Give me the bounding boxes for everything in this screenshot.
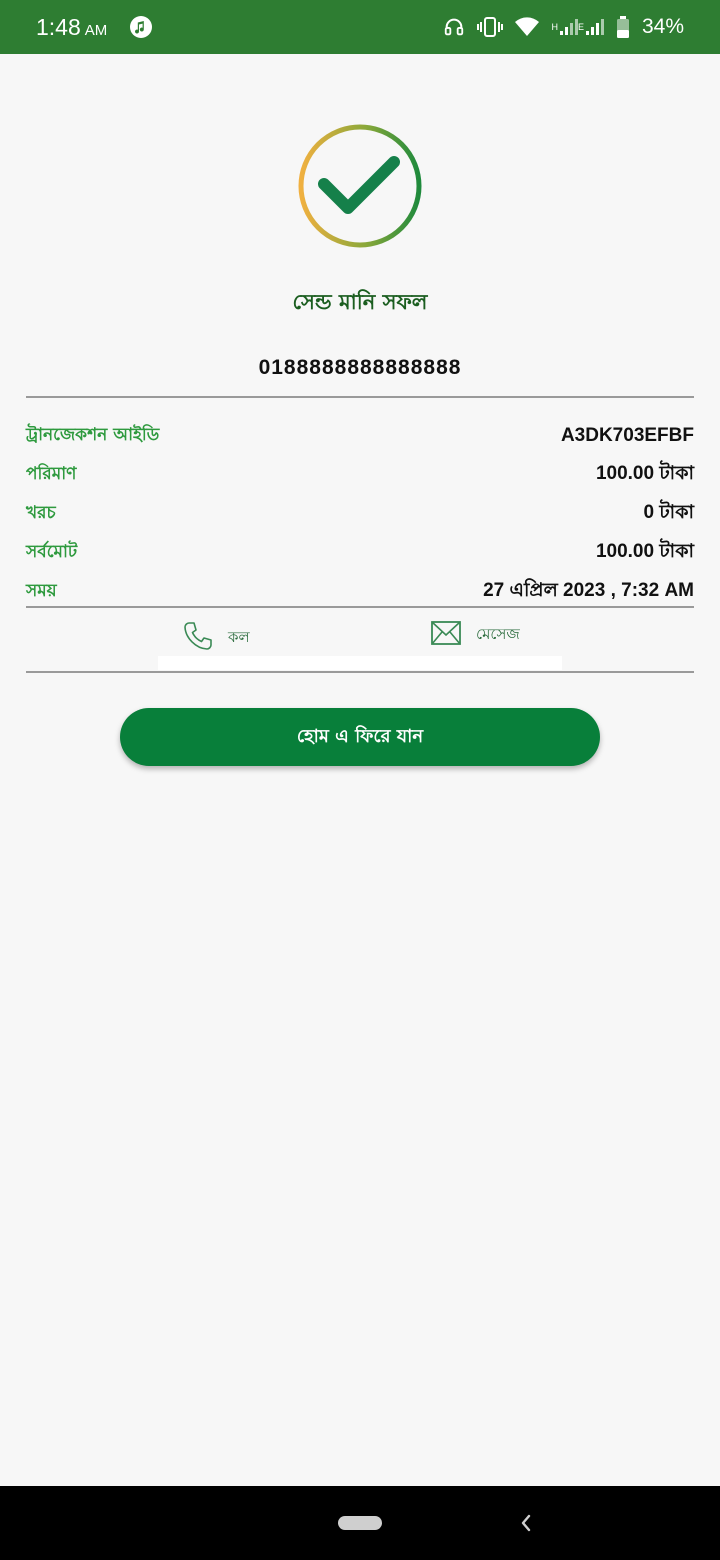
signal-icon: H E [551,19,604,35]
recipient-number: 0188888888888888 [258,356,462,379]
detail-value: 27 এপ্রিল 2023 , 7:32 AM [483,579,694,601]
detail-label: সর্বমোট [26,541,78,562]
contact-actions: কল মেসেজ [26,612,694,660]
detail-row-transaction-id: ট্রানজেকশন আইডি A3DK703EFBF [26,416,694,455]
divider [26,606,694,608]
detail-row-total: সর্বমোট 100.00 টাকা [26,533,694,572]
message-button[interactable]: মেসেজ [430,620,520,650]
battery-icon [616,16,630,38]
battery-percent: 34% [641,15,684,38]
status-right: H E 34% [443,15,684,39]
call-label: কল [228,627,250,646]
separator-strip [158,656,562,670]
success-check-icon [296,122,424,250]
status-left: 1:48 AM [36,14,153,41]
divider [26,671,694,673]
navigation-bar [0,1486,720,1560]
success-title: সেন্ড মানি সফল [292,290,428,314]
go-home-button[interactable]: হোম এ ফিরে যান [120,708,600,766]
status-bar: 1:48 AM H E 34% [0,0,720,54]
wifi-icon [515,17,540,37]
divider [26,396,694,398]
back-chevron-icon[interactable] [516,1510,536,1536]
phone-icon [182,620,214,656]
detail-value: 0 টাকা [643,501,694,523]
detail-value: A3DK703EFBF [560,424,694,446]
detail-label: খরচ [26,502,56,523]
detail-row-charge: খরচ 0 টাকা [26,494,694,533]
detail-row-amount: পরিমাণ 100.00 টাকা [26,455,694,494]
message-label: মেসেজ [476,624,520,643]
detail-label: পরিমাণ [26,463,77,484]
detail-label: ট্রানজেকশন আইডি [26,424,160,445]
call-button[interactable]: কল [182,620,250,656]
clock-ampm: AM [84,21,108,39]
home-pill-button[interactable] [338,1516,382,1530]
clock-time: 1:48 [36,13,81,40]
clock: 1:48 AM [36,14,107,41]
transaction-details: ট্রানজেকশন আইডি A3DK703EFBF পরিমাণ 100.0… [26,416,694,611]
detail-value: 100.00 টাকা [595,540,694,562]
music-icon [129,15,153,39]
detail-value: 100.00 টাকা [595,462,694,484]
headphones-icon [443,16,465,38]
envelope-icon [430,620,462,650]
detail-label: সময় [26,580,57,601]
vibrate-icon [477,16,504,38]
